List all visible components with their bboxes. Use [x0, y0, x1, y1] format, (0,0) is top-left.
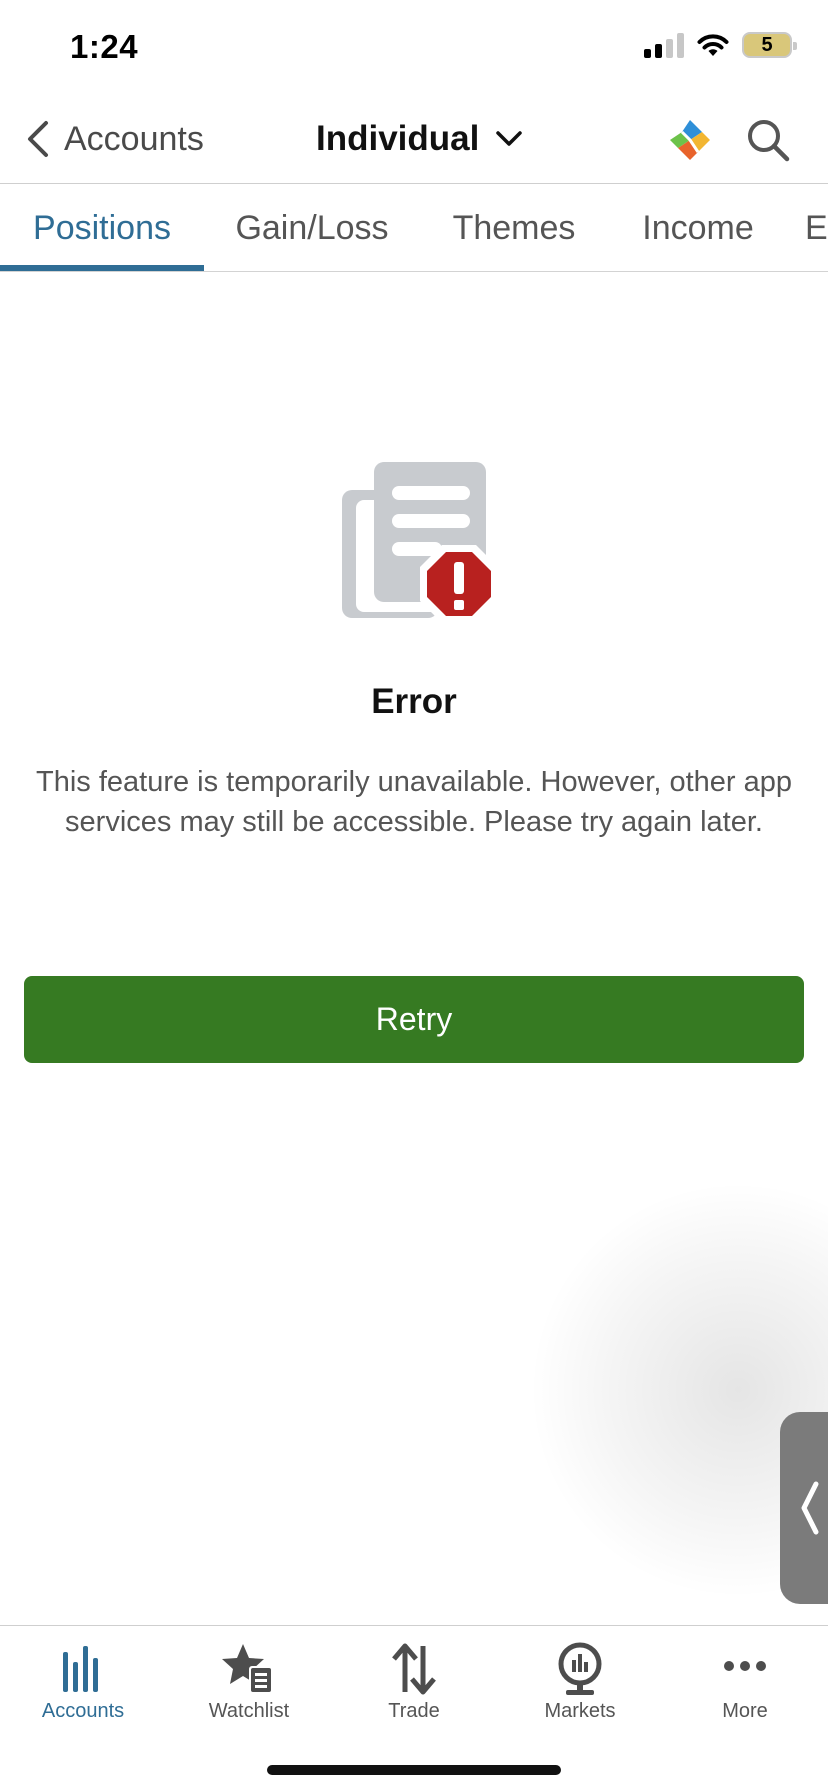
battery-level: 5 — [761, 33, 773, 56]
tab-themes[interactable]: Themes — [420, 185, 608, 271]
chevron-left-icon — [801, 1481, 819, 1535]
tab-overflow[interactable]: E — [805, 185, 828, 271]
back-label: Accounts — [64, 119, 204, 158]
account-title: Individual — [316, 119, 480, 158]
tab-bar-more[interactable]: More — [662, 1626, 828, 1736]
tab-bar-label: Trade — [388, 1700, 440, 1722]
error-title: Error — [371, 682, 457, 721]
star-list-icon — [222, 1644, 273, 1694]
back-button[interactable]: Accounts — [24, 114, 204, 164]
tab-bar-trade[interactable]: Trade — [331, 1626, 497, 1736]
tab-bar-label: Markets — [544, 1700, 616, 1722]
wifi-icon — [697, 34, 729, 56]
up-down-arrows-icon — [392, 1643, 436, 1695]
error-message: This feature is temporarily unavailable.… — [36, 766, 792, 838]
chevron-left-icon — [28, 121, 48, 157]
tab-bar-accounts[interactable]: Accounts — [0, 1626, 166, 1736]
search-icon[interactable] — [744, 116, 792, 164]
tab-bar-label: More — [722, 1700, 768, 1722]
status-icons: 5 — [644, 32, 797, 58]
retry-button[interactable]: Retry — [24, 976, 804, 1063]
position-tabs: Positions Gain/Loss Themes Income E — [0, 185, 828, 272]
active-tab-indicator — [0, 265, 204, 271]
chevron-down-icon — [496, 131, 523, 146]
tab-income[interactable]: Income — [608, 185, 788, 271]
brand-logo-icon[interactable] — [668, 118, 712, 162]
globe-chart-icon — [558, 1642, 602, 1695]
bar-chart-icon — [63, 1646, 98, 1692]
home-indicator[interactable] — [267, 1765, 561, 1775]
battery-icon: 5 — [742, 32, 797, 58]
tab-bar-label: Accounts — [41, 1700, 125, 1722]
tab-bar-label: Watchlist — [208, 1700, 290, 1722]
side-drawer-handle[interactable] — [780, 1412, 828, 1604]
ellipsis-icon — [724, 1661, 766, 1671]
tab-positions[interactable]: Positions — [0, 185, 204, 271]
tab-bar-watchlist[interactable]: Watchlist — [166, 1626, 332, 1736]
cellular-signal-icon — [644, 32, 684, 58]
status-bar: 1:24 5 — [0, 0, 828, 96]
status-time: 1:24 — [70, 28, 139, 65]
screen: 1:24 5 Accounts Individual Positions Gai… — [0, 0, 828, 1792]
account-selector[interactable]: Individual — [316, 114, 523, 164]
tab-bar-markets[interactable]: Markets — [497, 1626, 663, 1736]
tab-gain-loss[interactable]: Gain/Loss — [204, 185, 420, 271]
error-document-icon — [342, 462, 498, 623]
nav-bar: Accounts Individual — [0, 96, 828, 184]
